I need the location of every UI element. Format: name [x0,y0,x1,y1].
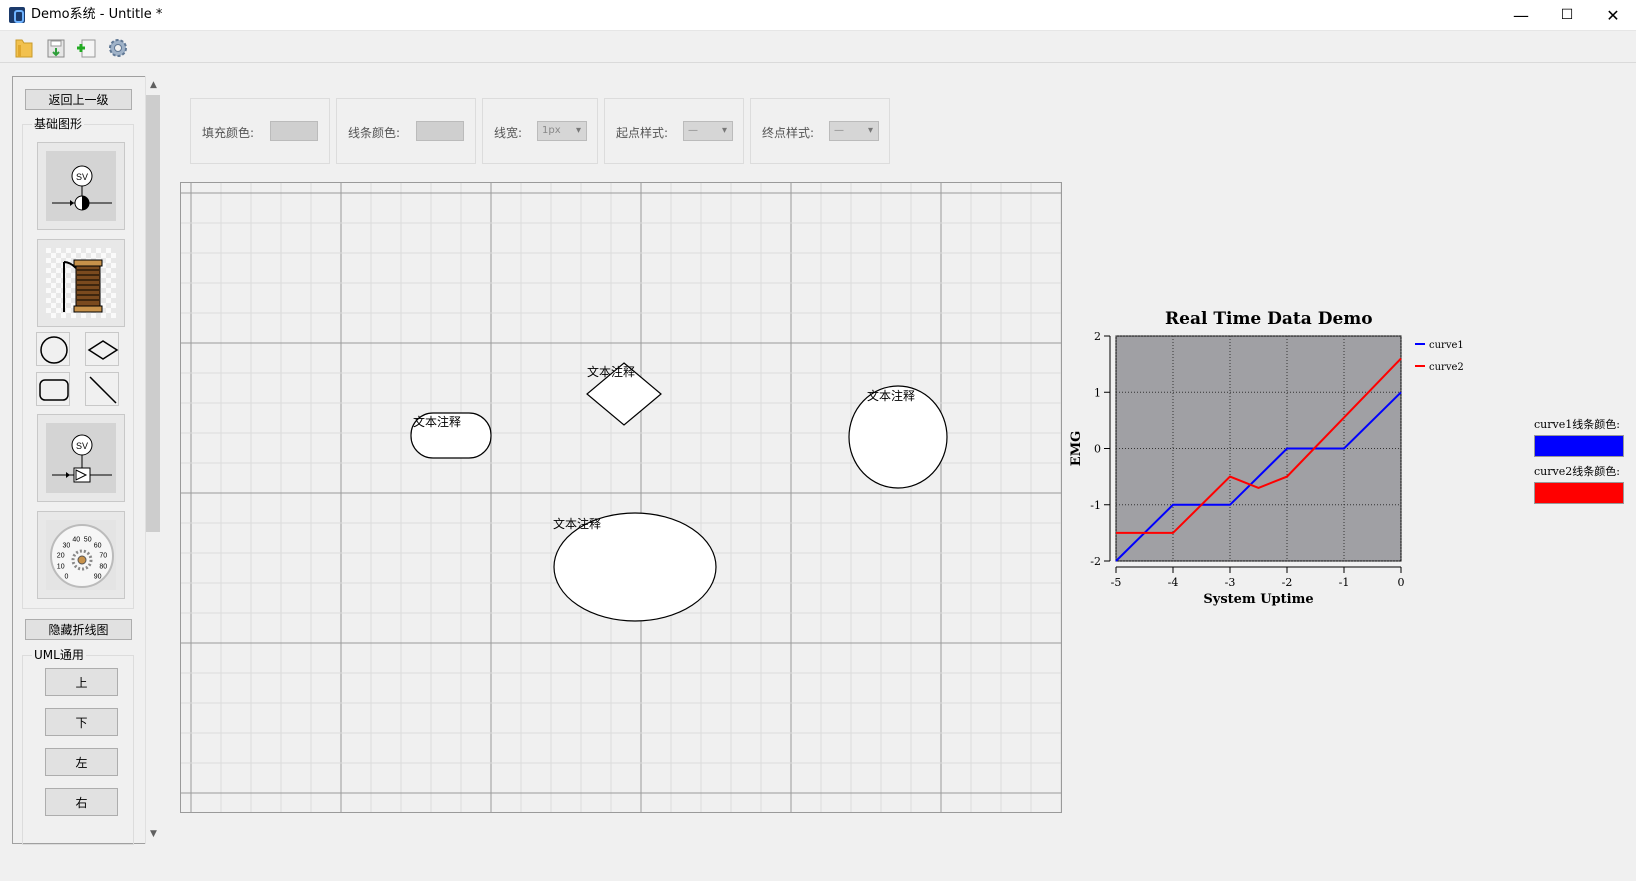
back-button[interactable]: 返回上一级 [25,89,132,110]
move-left-button[interactable]: 左 [45,748,118,776]
y-tick-label: 1 [1094,386,1101,399]
y-tick-label: 2 [1094,330,1101,343]
thread-spool-icon [63,259,103,313]
app-icon [9,7,25,23]
close-button[interactable]: ✕ [1590,0,1636,30]
x-tick-label: -3 [1225,576,1236,589]
x-tick-label: -5 [1111,576,1122,589]
end-style-group: 终点样式: — [750,98,890,164]
scroll-thumb[interactable] [146,95,160,532]
sv-check-valve-icon: SV [52,434,112,483]
gauge-tick-label: 40 [72,537,80,544]
line-width-combo[interactable]: 1px [537,121,587,141]
y-axis-label: EMG [1070,431,1084,466]
end-style-label: 终点样式: [762,126,815,140]
line-width-group: 线宽: 1px [482,98,598,164]
fill-color-group: 填充颜色: [190,98,330,164]
thread-spool-tile[interactable] [37,239,125,327]
gauge-tick-label: 90 [94,574,102,581]
hide-chart-button[interactable]: 隐藏折线图 [25,619,132,640]
curve2-color-label: curve2线条颜色: [1534,465,1620,478]
x-axis-label: System Uptime [1203,592,1313,607]
line-color-swatch[interactable] [416,121,464,141]
settings-gear-icon[interactable] [106,36,130,60]
rounded-rect-shape-button[interactable] [36,372,70,406]
x-tick-label: -1 [1339,576,1350,589]
window-title: Demo系统 - Untitle * [31,7,163,22]
gauge-tick-label: 80 [99,564,107,571]
sv-valve-sensor-tile[interactable]: SV [37,142,125,230]
sv-check-valve-tile[interactable]: SV [37,414,125,502]
minimize-button[interactable]: — [1498,0,1544,30]
scroll-up-arrow-icon[interactable]: ▲ [145,77,162,94]
save-icon[interactable] [44,36,68,60]
y-tick-label: -2 [1090,555,1101,568]
text-note[interactable]: 文本注释 [587,363,635,380]
sv-label: SV [76,172,88,182]
line-width-label: 线宽: [494,126,523,140]
diamond-shape-icon [87,340,119,360]
basic-shapes-group-label: 基础图形 [32,115,85,132]
diamond-shape-button[interactable] [85,332,119,366]
gauge-tick-label: 70 [99,552,107,559]
chart-title: Real Time Data Demo [1165,309,1373,329]
curve1-color-label: curve1线条颜色: [1534,418,1620,431]
circle-shape-button[interactable] [36,332,70,366]
new-file-icon[interactable] [74,36,98,60]
gauge-dial-tile[interactable]: 0 10 20 30 40 50 60 70 80 90 [37,511,125,599]
line-shape-button[interactable] [85,372,119,406]
gauge-dial-icon: 010203040 5060708090 [50,524,114,588]
line-color-label: 线条颜色: [348,126,401,140]
curve1-color-swatch[interactable] [1534,435,1624,457]
line-shape-icon [89,376,117,404]
gauge-tick-label: 20 [57,552,65,559]
start-style-group: 起点样式: — [604,98,744,164]
open-folder-icon[interactable] [12,36,36,60]
text-note[interactable]: 文本注释 [553,515,601,532]
line-chart: -5 -4 -3 -2 -1 0 2 1 0 -1 -2 System Uptime EMG curve1… [1070,330,1464,607]
uml-group-label: UML通用 [32,646,86,663]
gauge-tick-label: 50 [84,537,92,544]
circle-shape-icon [40,336,68,364]
sv-label: SV [76,441,88,451]
gauge-tick-label: 0 [64,574,68,581]
text-note[interactable]: 文本注释 [413,413,461,430]
drawing-canvas[interactable]: 文本注释 文本注释 文本注释 文本注释 [180,182,1062,813]
move-right-button[interactable]: 右 [45,788,118,816]
canvas-shapes [410,362,948,622]
y-tick-label: -1 [1090,499,1101,512]
curve2-color-swatch[interactable] [1534,482,1624,504]
legend-label: curve1 [1429,340,1464,351]
move-down-button[interactable]: 下 [45,708,118,736]
x-tick-label: -2 [1282,576,1293,589]
x-tick-label: 0 [1398,576,1405,589]
x-tick-label: -4 [1168,576,1179,589]
maximize-button[interactable]: ☐ [1544,0,1590,30]
toolbar [0,31,1636,63]
start-style-label: 起点样式: [616,126,669,140]
y-tick-label: 0 [1094,443,1101,456]
rounded-rect-shape-icon [39,379,69,401]
gauge-tick-label: 30 [63,542,71,549]
move-up-button[interactable]: 上 [45,668,118,696]
legend-label: curve2 [1429,362,1464,373]
sv-valve-sensor-icon: SV [52,165,112,211]
gauge-tick-label: 60 [94,542,102,549]
end-style-combo[interactable]: — [829,121,879,141]
title-bar: Demo系统 - Untitle * — ☐ ✕ [0,0,1636,31]
text-note[interactable]: 文本注释 [867,387,915,404]
start-style-combo[interactable]: — [683,121,733,141]
line-color-group: 线条颜色: [336,98,476,164]
fill-color-label: 填充颜色: [202,126,255,140]
fill-color-swatch[interactable] [270,121,318,141]
scroll-down-arrow-icon[interactable]: ▼ [145,826,162,843]
gauge-tick-label: 10 [57,564,65,571]
